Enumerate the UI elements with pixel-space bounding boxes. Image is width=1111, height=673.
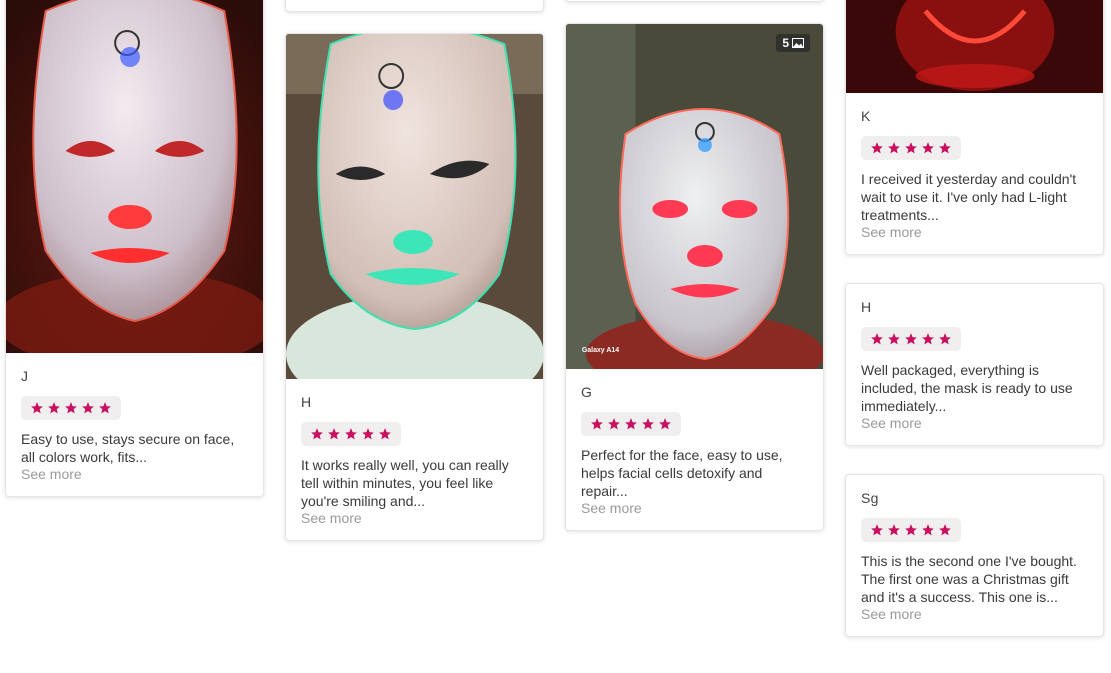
review-author: G: [581, 384, 593, 400]
review-text: This is the second one I've bought. The …: [861, 553, 1077, 605]
photo-watermark: Galaxy A14: [582, 347, 619, 354]
star-icon: [99, 402, 111, 414]
see-more-link[interactable]: See more: [861, 606, 1088, 622]
star-rating: [21, 396, 121, 420]
see-more-link[interactable]: See more: [581, 500, 808, 516]
star-icon: [591, 418, 603, 430]
star-rating: [861, 327, 961, 351]
star-icon: [625, 418, 637, 430]
see-more-link[interactable]: See more: [861, 415, 1088, 431]
review-photo[interactable]: [6, 0, 263, 353]
see-more-link[interactable]: See more: [21, 466, 248, 482]
star-icon: [939, 524, 951, 536]
photo-count-badge[interactable]: 5: [776, 34, 810, 52]
star-icon: [871, 142, 883, 154]
star-rating: [581, 412, 681, 436]
review-author: H: [301, 394, 312, 410]
star-icon: [659, 418, 671, 430]
star-icon: [608, 418, 620, 430]
star-icon: [888, 333, 900, 345]
review-photo[interactable]: [286, 34, 543, 379]
star-icon: [888, 524, 900, 536]
star-icon: [922, 142, 934, 154]
star-icon: [362, 428, 374, 440]
review-author: H: [861, 299, 872, 315]
star-icon: [922, 524, 934, 536]
star-icon: [379, 428, 391, 440]
review-author: Sg: [861, 490, 879, 506]
review-text: Easy to use, stays secure on face, all c…: [21, 431, 235, 465]
star-icon: [311, 428, 323, 440]
review-card[interactable]: K I received it yesterday and couldn't w…: [845, 0, 1104, 255]
see-more-link[interactable]: See more: [301, 510, 528, 526]
star-icon: [905, 524, 917, 536]
star-rating: [861, 136, 961, 160]
star-icon: [871, 524, 883, 536]
review-card[interactable]: H Well packaged, everything is included,…: [845, 283, 1104, 446]
image-icon: [792, 38, 804, 48]
review-text: I received it yesterday and couldn't wai…: [861, 171, 1077, 223]
star-icon: [939, 333, 951, 345]
review-card[interactable]: Galaxy A14 5 G Perfect for the face, eas…: [565, 23, 824, 531]
star-icon: [642, 418, 654, 430]
review-card[interactable]: Sg This is the second one I've bought. T…: [845, 474, 1104, 637]
star-icon: [905, 142, 917, 154]
star-icon: [82, 402, 94, 414]
review-text: Well packaged, everything is included, t…: [861, 362, 1073, 414]
review-card-partial[interactable]: [565, 0, 824, 2]
star-icon: [922, 333, 934, 345]
star-icon: [65, 402, 77, 414]
review-author: J: [21, 368, 29, 384]
see-more-link[interactable]: See more: [861, 224, 1088, 240]
review-photo[interactable]: [846, 0, 1103, 93]
review-text: It works really well, you can really tel…: [301, 457, 509, 509]
review-photo[interactable]: Galaxy A14 5: [566, 24, 823, 369]
star-icon: [939, 142, 951, 154]
review-card[interactable]: J Easy to use, stays secure on face, all…: [5, 0, 264, 497]
star-icon: [328, 428, 340, 440]
star-icon: [31, 402, 43, 414]
review-text: Perfect for the face, easy to use, helps…: [581, 447, 783, 499]
star-rating: [301, 422, 401, 446]
star-icon: [48, 402, 60, 414]
star-icon: [345, 428, 357, 440]
review-card-partial[interactable]: [285, 0, 544, 12]
review-card[interactable]: H It works really well, you can really t…: [285, 33, 544, 541]
review-author: K: [861, 108, 871, 124]
star-icon: [888, 142, 900, 154]
photo-count: 5: [782, 36, 789, 50]
star-icon: [905, 333, 917, 345]
star-rating: [861, 518, 961, 542]
star-icon: [871, 333, 883, 345]
